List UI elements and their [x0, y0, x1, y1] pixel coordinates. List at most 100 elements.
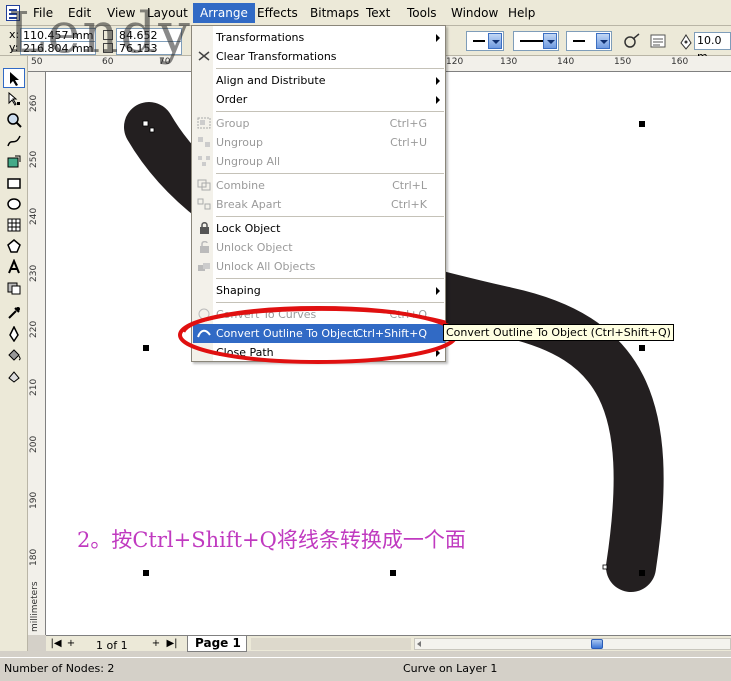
- menu-view[interactable]: View: [100, 3, 142, 23]
- unlock-all-icon: [198, 263, 210, 271]
- selection-handle[interactable]: [143, 570, 149, 576]
- zoom-tool-icon[interactable]: [3, 110, 25, 130]
- width-field[interactable]: 84.652 mm: [116, 28, 182, 56]
- menu-layout[interactable]: Layout: [140, 3, 195, 23]
- unlock-icon: [200, 241, 209, 253]
- wrap-text-icon[interactable]: [622, 31, 642, 51]
- menu-item-order[interactable]: Order: [193, 90, 445, 109]
- height-field[interactable]: 76.153 mm: [116, 41, 182, 69]
- smart-fill-tool-icon[interactable]: [3, 152, 25, 172]
- ruler-label: 230: [29, 264, 39, 282]
- ungroup-icon: [198, 137, 210, 147]
- selection-handle[interactable]: [639, 570, 645, 576]
- menu-item-transformations[interactable]: Transformations: [193, 28, 445, 47]
- menu-effects[interactable]: Effects: [250, 3, 305, 23]
- text-tool-icon[interactable]: [3, 257, 25, 277]
- menu-item-convert-outline-to-object[interactable]: Convert Outline To Object Ctrl+Shift+Q: [193, 324, 445, 343]
- y-label: y:: [9, 41, 19, 54]
- ruler-label: 160: [671, 57, 689, 67]
- fill-tool-icon[interactable]: [3, 345, 25, 365]
- ruler-units-label: millimeters: [30, 581, 40, 632]
- interactive-fill-tool-icon[interactable]: [3, 366, 25, 386]
- freehand-tool-icon[interactable]: [3, 131, 25, 151]
- menu-text[interactable]: Text: [359, 3, 397, 23]
- ruler-label: 60: [102, 57, 114, 67]
- menu-tools[interactable]: Tools: [400, 3, 444, 23]
- polygon-tool-icon[interactable]: [3, 215, 25, 235]
- menu-window[interactable]: Window: [444, 3, 505, 23]
- horizontal-scrollbar[interactable]: [414, 638, 731, 650]
- outline-pen-icon: [679, 33, 693, 51]
- add-page-before-button[interactable]: +: [65, 638, 77, 650]
- menu-item-align-distribute[interactable]: Align and Distribute: [193, 71, 445, 90]
- ruler-label: 130: [500, 57, 518, 67]
- y-position-field[interactable]: 216.804 mm: [20, 41, 96, 55]
- page-tab-strip: [251, 638, 411, 650]
- outline-tool-icon[interactable]: [3, 324, 25, 344]
- ruler-label: 210: [29, 378, 39, 396]
- outline-style-dropdown[interactable]: [513, 31, 559, 51]
- basic-shapes-tool-icon[interactable]: [3, 236, 25, 256]
- menu-item-unlock-all-objects[interactable]: Unlock All Objects: [193, 257, 445, 276]
- shape-tool-icon[interactable]: [3, 89, 25, 109]
- menu-edit[interactable]: Edit: [61, 3, 98, 23]
- group-icon: [197, 117, 211, 129]
- ruler-label: 200: [29, 435, 39, 453]
- menu-bar: File Edit View Layout Arrange Effects Bi…: [0, 0, 731, 26]
- first-page-button[interactable]: |◀: [50, 638, 62, 650]
- menu-arrange[interactable]: Arrange: [193, 3, 255, 23]
- end-arrow-dropdown[interactable]: [566, 31, 612, 51]
- status-node-count: Number of Nodes: 2: [4, 662, 115, 675]
- menu-item-shaping[interactable]: Shaping: [193, 281, 445, 300]
- menu-item-break-apart[interactable]: Break Apart Ctrl+K: [193, 195, 445, 214]
- menu-item-lock-object[interactable]: Lock Object: [193, 219, 445, 238]
- app-icon[interactable]: [6, 5, 20, 21]
- ruler-label: 70: [159, 57, 171, 67]
- menu-item-ungroup[interactable]: Ungroup Ctrl+U: [193, 133, 445, 152]
- menu-item-combine[interactable]: Combine Ctrl+L: [193, 176, 445, 195]
- ruler-label: 190: [29, 491, 39, 509]
- pick-tool-icon[interactable]: [3, 68, 25, 88]
- menu-item-group[interactable]: Group Ctrl+G: [193, 114, 445, 133]
- width-icon: [103, 30, 113, 40]
- combine-icon: [197, 179, 211, 191]
- vertical-ruler[interactable]: 260 250 240 230 220 210 200 190 180: [28, 72, 46, 635]
- ruler-label: 250: [29, 150, 39, 168]
- menu-bitmaps[interactable]: Bitmaps: [303, 3, 366, 23]
- selection-handle[interactable]: [143, 345, 149, 351]
- menu-item-unlock-object[interactable]: Unlock Object: [193, 238, 445, 257]
- convert-curves-icon: [198, 308, 210, 320]
- ruler-label: 150: [614, 57, 632, 67]
- menu-file[interactable]: File: [26, 3, 60, 23]
- add-page-after-button[interactable]: +: [150, 638, 162, 650]
- selection-handle[interactable]: [639, 121, 645, 127]
- interactive-blend-tool-icon[interactable]: [3, 278, 25, 298]
- menu-item-close-path[interactable]: Close Path: [193, 343, 445, 362]
- ruler-label: 220: [29, 320, 39, 338]
- menu-help[interactable]: Help: [501, 3, 542, 23]
- scroll-thumb[interactable]: [591, 639, 603, 649]
- text-box-icon[interactable]: [648, 31, 668, 51]
- menu-item-ungroup-all[interactable]: Ungroup All: [193, 152, 445, 171]
- rectangle-tool-icon[interactable]: [3, 173, 25, 193]
- x-label: x:: [9, 28, 20, 41]
- tab-page-1[interactable]: Page 1: [187, 636, 247, 652]
- toolbox: [0, 56, 28, 651]
- menu-item-clear-transformations[interactable]: Clear Transformations: [193, 47, 445, 66]
- menu-item-convert-to-curves[interactable]: Convert To Curves Ctrl+Q: [193, 305, 445, 324]
- ellipse-tool-icon[interactable]: [3, 194, 25, 214]
- selection-handle[interactable]: [639, 345, 645, 351]
- lock-icon: [200, 222, 209, 234]
- page-navigation-bar: |◀ + 1 of 1 + ▶| Page 1: [46, 635, 731, 652]
- start-arrow-dropdown[interactable]: [466, 31, 504, 51]
- ruler-label: 180: [29, 548, 39, 566]
- eyedropper-tool-icon[interactable]: [3, 303, 25, 323]
- outline-width-field[interactable]: 10.0 m: [694, 32, 731, 63]
- x-position-field[interactable]: 110.457 mm: [20, 28, 96, 42]
- scroll-left-icon[interactable]: [417, 641, 421, 647]
- height-icon: [103, 43, 113, 53]
- ruler-label: 240: [29, 207, 39, 225]
- selection-handle[interactable]: [390, 570, 396, 576]
- last-page-button[interactable]: ▶|: [166, 638, 178, 650]
- ruler-label: 50: [31, 57, 43, 67]
